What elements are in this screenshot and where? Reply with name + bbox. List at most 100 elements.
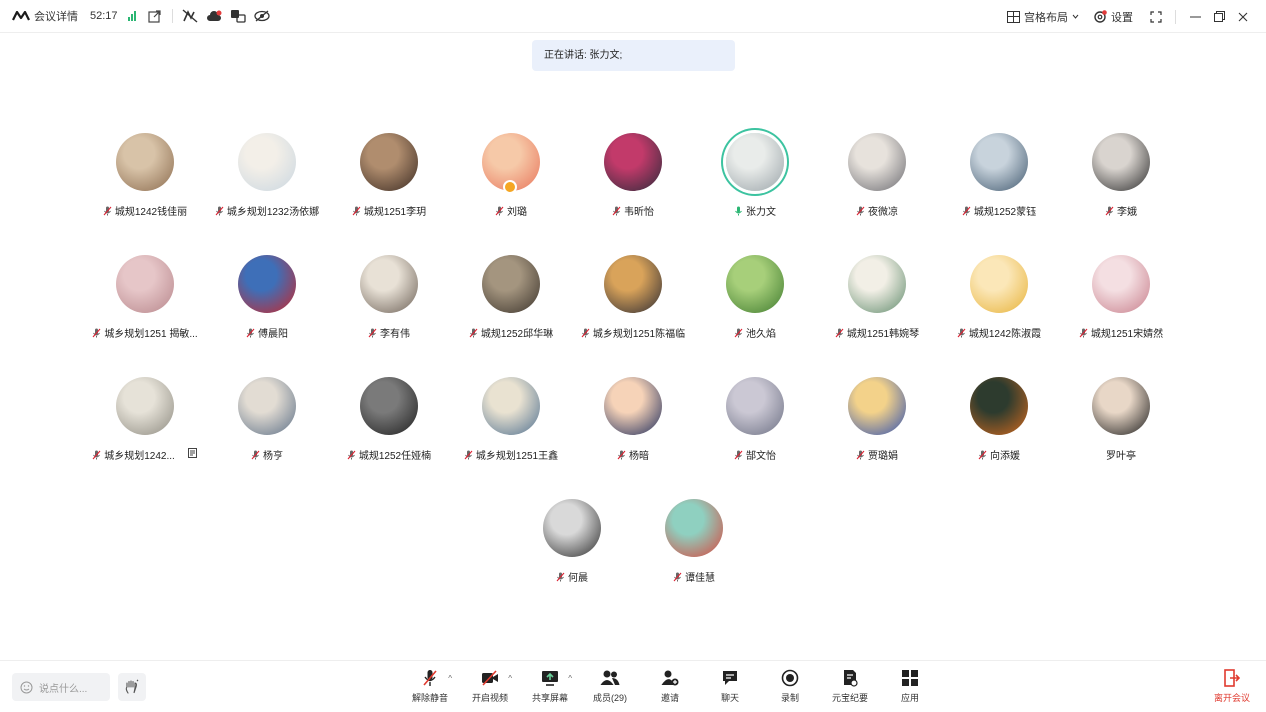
members-icon — [600, 669, 620, 691]
apps-icon — [901, 669, 919, 691]
invite-label: 邀请 — [660, 693, 679, 703]
avatar[interactable] — [238, 255, 296, 313]
avatar[interactable] — [970, 133, 1028, 191]
participant-name-row: 郜文怡 — [684, 447, 826, 462]
participant-name: 城规1251李玥 — [363, 207, 427, 218]
avatar[interactable] — [1092, 255, 1150, 313]
unmute-label: 解除静音 — [411, 693, 448, 703]
participant-name: 傅晨阳 — [258, 329, 288, 340]
invite-button[interactable]: 邀请 — [640, 669, 700, 709]
mic-muted-icon — [734, 328, 743, 337]
mic-muted-icon — [734, 450, 743, 459]
avatar[interactable] — [238, 133, 296, 191]
avatar[interactable] — [482, 255, 540, 313]
participant-name: 罗叶亭 — [1106, 451, 1136, 462]
record-button[interactable]: 录制 — [760, 669, 820, 709]
participant-name: 谭佳慧 — [685, 573, 715, 584]
avatar[interactable] — [848, 255, 906, 313]
mic-muted-icon — [251, 450, 260, 459]
participant-name-row: 城乡规划1251陈福临 — [562, 325, 704, 340]
leave-icon — [1224, 669, 1240, 687]
share-icon — [541, 669, 559, 691]
mic-muted-icon — [352, 206, 361, 215]
mic-muted-icon — [464, 450, 473, 459]
quick-chat-input[interactable]: 说点什么... — [12, 673, 110, 701]
mic-muted-icon — [103, 206, 112, 215]
avatar[interactable] — [604, 133, 662, 191]
chevron-up-icon[interactable]: ^ — [568, 674, 572, 683]
mic-muted-icon — [495, 206, 504, 215]
avatar[interactable] — [543, 499, 601, 557]
mic-muted-icon — [347, 450, 356, 459]
avatar[interactable] — [238, 377, 296, 435]
leave-meeting-button[interactable]: 离开会议 — [1214, 669, 1250, 704]
avatar[interactable] — [604, 255, 662, 313]
unmute-button[interactable]: 解除静音 ^ — [400, 669, 460, 709]
apps-button[interactable]: 应用 — [880, 669, 940, 709]
participant-name: 城规1251宋婧然 — [1090, 329, 1164, 340]
avatar[interactable] — [604, 377, 662, 435]
participant-name: 李有伟 — [380, 329, 410, 340]
participant-name-row: 城规1242陈淑霞 — [928, 325, 1070, 340]
avatar[interactable] — [726, 255, 784, 313]
participant-name-row: 城乡规划1232汤依娜 — [196, 203, 338, 218]
participant-name-row: 罗叶亭 — [1050, 447, 1192, 462]
participant-name-row: 张力文 — [684, 203, 826, 218]
participant-name: 城乡规划1232汤依娜 — [226, 207, 320, 218]
leave-label: 离开会议 — [1213, 693, 1250, 703]
avatar[interactable] — [360, 255, 418, 313]
participant-name-row: 池久焰 — [684, 325, 826, 340]
avatar[interactable] — [482, 377, 540, 435]
avatar[interactable] — [848, 377, 906, 435]
mic-muted-icon — [835, 328, 844, 337]
mic-muted-icon — [856, 206, 865, 215]
avatar[interactable] — [726, 377, 784, 435]
raise-hand-button[interactable] — [118, 673, 146, 701]
mic-muted-icon — [246, 328, 255, 337]
mic-muted-icon — [556, 572, 565, 581]
chat-icon — [721, 669, 739, 691]
invite-icon — [661, 669, 679, 691]
participant-name: 何晨 — [568, 573, 588, 584]
avatar[interactable] — [116, 133, 174, 191]
avatar[interactable] — [848, 133, 906, 191]
avatar[interactable] — [116, 377, 174, 435]
avatar[interactable] — [665, 499, 723, 557]
chat-button[interactable]: 聊天 — [700, 669, 760, 709]
participant-name: 城乡规划1242... — [104, 451, 175, 462]
minutes-label: 元宝纪要 — [831, 693, 868, 703]
avatar[interactable] — [360, 133, 418, 191]
participant-name-row: 城规1252蒙钰 — [928, 203, 1070, 218]
participant-name: 池久焰 — [746, 329, 776, 340]
avatar[interactable] — [360, 377, 418, 435]
participant-name: 夜微凉 — [868, 207, 898, 218]
participant-name: 城乡规划1251王鑫 — [475, 451, 559, 462]
share-button[interactable]: 共享屏幕 ^ — [520, 669, 580, 709]
avatar[interactable] — [970, 255, 1028, 313]
mic-muted-icon — [215, 206, 224, 215]
avatar[interactable] — [116, 255, 174, 313]
mic-muted-icon — [92, 328, 101, 337]
participant-name: 城规1252任娅楠 — [358, 451, 432, 462]
chevron-up-icon[interactable]: ^ — [508, 674, 512, 683]
minutes-button[interactable]: 元宝纪要 — [820, 669, 880, 709]
members-button[interactable]: 成员(29) — [580, 669, 640, 709]
participant-name-row: 何晨 — [501, 569, 643, 584]
participant-name: 城规1242钱佳丽 — [114, 207, 188, 218]
avatar[interactable] — [970, 377, 1028, 435]
avatar[interactable] — [726, 133, 784, 191]
chevron-up-icon[interactable]: ^ — [448, 674, 452, 683]
mic-muted-icon — [978, 450, 987, 459]
avatar[interactable] — [1092, 377, 1150, 435]
participant-name: 张力文 — [746, 207, 776, 218]
record-icon — [781, 669, 799, 691]
video-button[interactable]: 开启视频 ^ — [460, 669, 520, 709]
participant-name-row: 城规1242钱佳丽 — [74, 203, 216, 218]
video-icon — [481, 669, 499, 691]
participant-name-row: 谭佳慧 — [623, 569, 765, 584]
video-label: 开启视频 — [471, 693, 508, 703]
participant-grid: 城规1242钱佳丽 城乡规划1232汤依娜 城规1251李玥 刘璐 韦昕怡 张力文 夜微凉城… — [0, 0, 1266, 712]
avatar[interactable] — [1092, 133, 1150, 191]
participant-name: 城规1252邱华琳 — [480, 329, 554, 340]
participant-name-row: 城规1252邱华琳 — [440, 325, 582, 340]
